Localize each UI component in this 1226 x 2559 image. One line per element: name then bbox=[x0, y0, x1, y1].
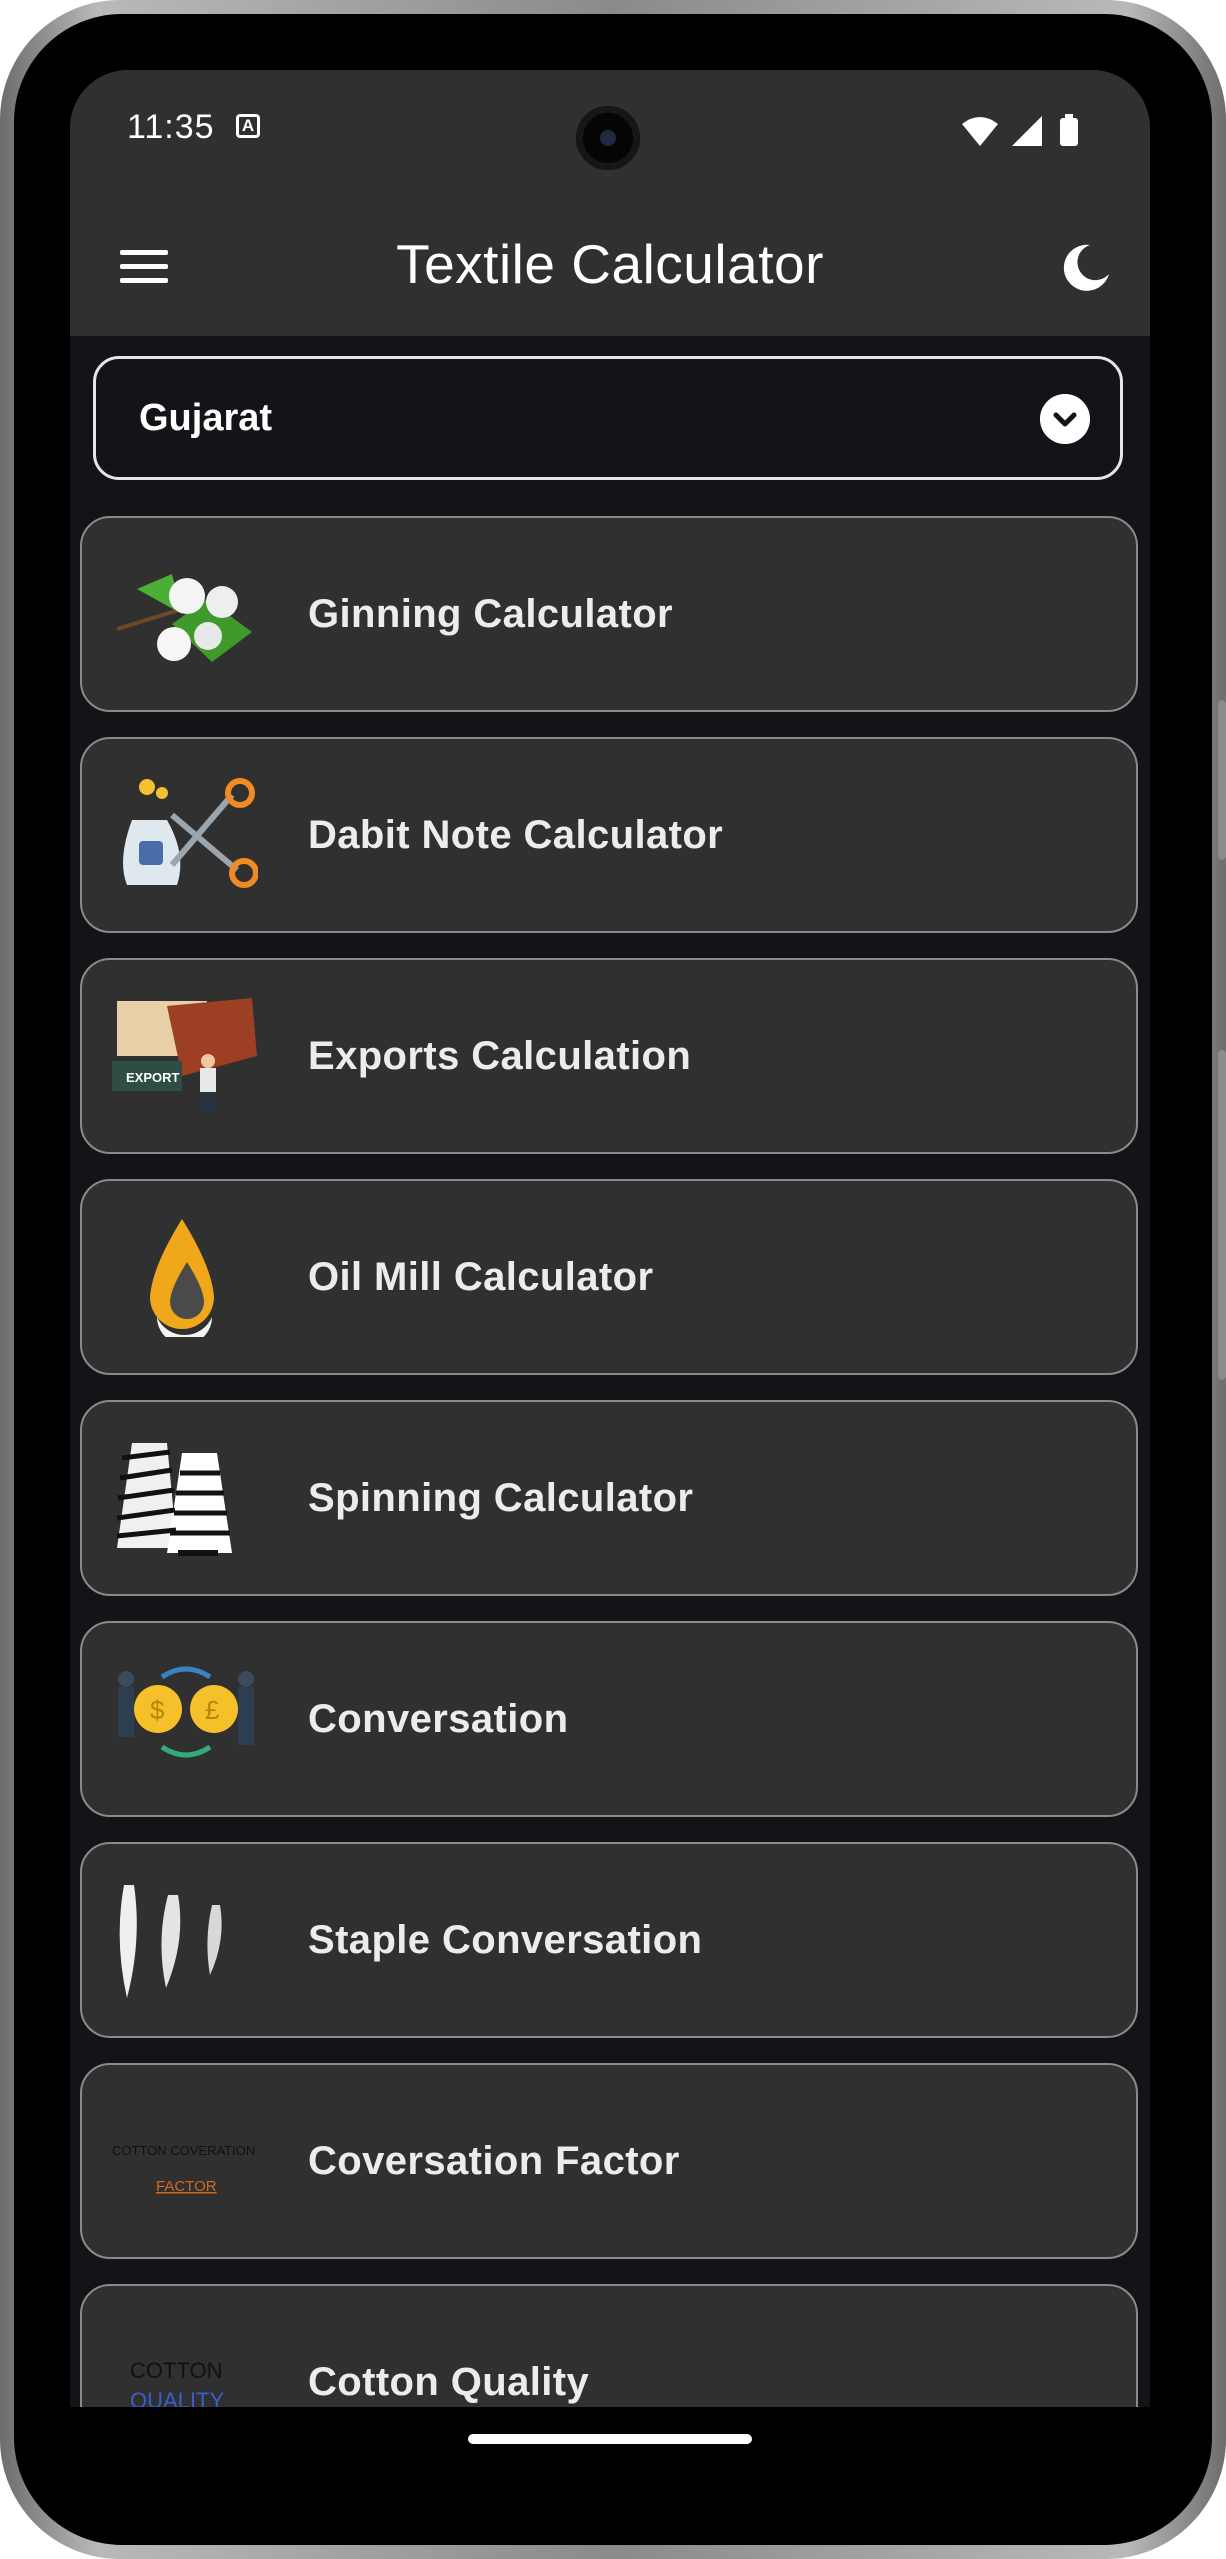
cotton-staple-icon bbox=[119, 1885, 222, 1998]
item-label: Dabit Note Calculator bbox=[308, 813, 724, 857]
icon-text: FACTOR bbox=[156, 2178, 217, 2195]
cotton-quality-icon: COTTON QUALITY bbox=[130, 2358, 224, 2407]
item-label: Cotton Quality bbox=[308, 2360, 590, 2404]
volume-button bbox=[1218, 1050, 1226, 1380]
list-item-coversation-factor[interactable]: COTTON COVERATION FACTOR Coversation Fac… bbox=[80, 2063, 1138, 2259]
signal-icon bbox=[1012, 116, 1042, 146]
status-time: 11:35 bbox=[127, 108, 215, 146]
list-item-staple-conversation[interactable]: Staple Conversation bbox=[80, 1842, 1138, 2038]
oil-drop-icon bbox=[150, 1219, 214, 1337]
item-label: Spinning Calculator bbox=[308, 1476, 694, 1520]
dropdown-selected: Gujarat bbox=[139, 397, 273, 439]
calculator-list: Ginning Calculator Dabit Note Calculator… bbox=[80, 516, 1140, 2407]
item-label: Exports Calculation bbox=[308, 1034, 692, 1078]
icon-text: QUALITY bbox=[130, 2388, 224, 2407]
moon-icon[interactable] bbox=[1060, 242, 1112, 294]
icon-text: COTTON bbox=[130, 2358, 222, 2383]
icon-text: COTTON COVERATION bbox=[112, 2143, 255, 2158]
list-item-exports-calculation[interactable]: EXPORT Exports Calculation bbox=[80, 958, 1138, 1154]
list-item-conversation[interactable]: $ £ Conversation bbox=[80, 1621, 1138, 1817]
list-item-spinning-calculator[interactable]: Spinning Calculator bbox=[80, 1400, 1138, 1596]
svg-text:EXPORT: EXPORT bbox=[126, 1070, 180, 1085]
list-item-oil-mill-calculator[interactable]: Oil Mill Calculator bbox=[80, 1179, 1138, 1375]
chevron-down-icon bbox=[1040, 394, 1090, 444]
item-label: Oil Mill Calculator bbox=[308, 1255, 654, 1299]
list-item-cotton-quality[interactable]: COTTON QUALITY Cotton Quality bbox=[80, 2284, 1138, 2407]
svg-text:£: £ bbox=[205, 1695, 220, 1725]
cotton-plant-icon bbox=[116, 574, 252, 662]
item-label: Coversation Factor bbox=[308, 2139, 680, 2183]
battery-icon bbox=[1060, 114, 1078, 146]
list-item-ginning-calculator[interactable]: Ginning Calculator bbox=[80, 516, 1138, 712]
status-bar: 11:35 A bbox=[70, 70, 1150, 198]
state-dropdown[interactable]: Gujarat bbox=[93, 356, 1123, 480]
item-label: Ginning Calculator bbox=[308, 592, 673, 636]
app-title: Textile Calculator bbox=[396, 233, 824, 295]
yarn-spools-icon bbox=[116, 1443, 232, 1556]
power-button bbox=[1218, 700, 1226, 860]
conversion-factor-icon: COTTON COVERATION FACTOR bbox=[112, 2143, 255, 2195]
item-label: Staple Conversation bbox=[308, 1918, 703, 1962]
svg-text:$: $ bbox=[150, 1695, 165, 1725]
list-item-dabit-note-calculator[interactable]: Dabit Note Calculator bbox=[80, 737, 1138, 933]
export-container-icon: EXPORT bbox=[112, 998, 257, 1112]
notification-badge: A bbox=[236, 114, 260, 138]
screen: 11:35 A Textile Calculator Gujarat Ginni… bbox=[70, 70, 1150, 2407]
scissors-money-bag-icon bbox=[123, 778, 258, 888]
app-bar: Textile Calculator bbox=[70, 198, 1150, 336]
gesture-bar[interactable] bbox=[468, 2434, 752, 2444]
currency-exchange-icon: $ £ bbox=[118, 1666, 254, 1758]
status-icons bbox=[962, 114, 1078, 146]
item-label: Conversation bbox=[308, 1697, 569, 1741]
front-camera bbox=[576, 106, 640, 170]
wifi-icon bbox=[962, 117, 998, 146]
